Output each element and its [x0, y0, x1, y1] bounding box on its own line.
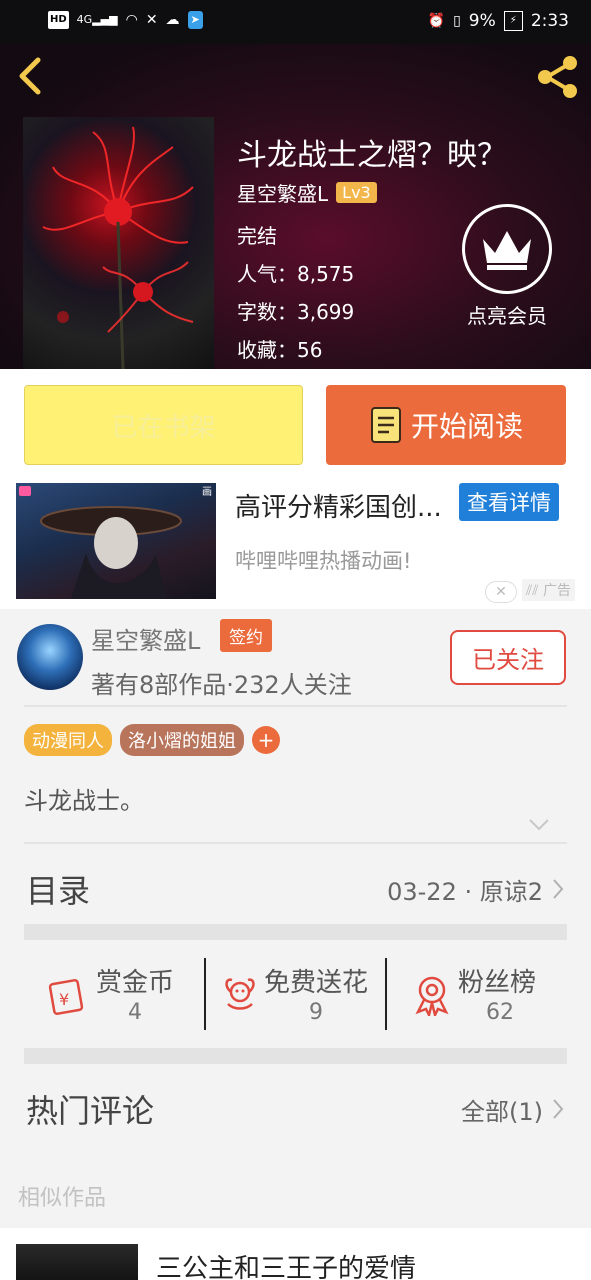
book-popularity: 人气：8,575 [237, 262, 355, 286]
clock: 2:33 [530, 11, 569, 31]
in-bookshelf-button[interactable]: 已在书架 [24, 385, 303, 465]
share-icon [538, 56, 577, 98]
ad-close-button[interactable]: ✕ [485, 581, 517, 603]
vibrate-icon: ▯ [453, 13, 461, 29]
ad-subtitle: 哔哩哔哩热播动画! [235, 549, 412, 573]
flower-icon [225, 978, 255, 1010]
divider [385, 958, 387, 1030]
toc-label: 目录 [26, 872, 91, 910]
table-of-contents-row[interactable]: 目录 03-22 · 原谅2 [24, 860, 567, 912]
expand-chevron-icon[interactable] [528, 818, 550, 832]
app-notification-icon: ➤ [187, 11, 203, 29]
author-stats: 著有8部作品·232人关注 [91, 671, 352, 699]
chevron-left-icon [19, 57, 41, 95]
similar-work-cover[interactable] [16, 1244, 138, 1280]
fan-ranking-label: 粉丝榜 [458, 968, 537, 998]
followed-button[interactable]: 已关注 [450, 630, 566, 685]
back-button[interactable] [14, 56, 48, 96]
book-status: 完结 [237, 224, 277, 248]
ad-illustration: 画 [19, 486, 212, 599]
fan-ranking-button[interactable]: 粉丝榜 62 [410, 952, 567, 1034]
book-header: 斗龙战士之熠？映？ 星空繁盛L Lv3 完结 人气：8,575 字数：3,699… [0, 44, 591, 369]
close-icon: ✕ [495, 584, 507, 600]
divider [204, 958, 206, 1030]
similar-work-item[interactable]: 三公主和三王子的爱情 [0, 1228, 591, 1280]
divider [24, 705, 567, 707]
signal-icon: 4G▂▄▆ [76, 13, 118, 26]
in-bookshelf-label: 已在书架 [111, 412, 216, 443]
ad-image[interactable]: 画 [16, 483, 216, 599]
ad-label: ⫽⫽ 广告 [522, 579, 575, 601]
book-title: 斗龙战士之熠？映？ [237, 138, 507, 173]
send-flower-label: 免费送花 [264, 968, 369, 998]
support-stats: ¥ 赏金币 4 免费送花 9 粉丝榜 62 [24, 952, 567, 1034]
vip-button[interactable]: 点亮会员 [462, 204, 552, 329]
similar-works-label: 相似作品 [18, 1186, 107, 1211]
book-summary: 斗龙战士。 [24, 787, 144, 815]
battery-icon: ⚡ [503, 11, 523, 31]
battery-percent: 9% [468, 11, 496, 31]
vip-label: 点亮会员 [467, 304, 547, 328]
section-separator [24, 1048, 567, 1064]
reward-coins-button[interactable]: ¥ 赏金币 4 [44, 952, 214, 1034]
start-reading-button[interactable]: 开始阅读 [326, 385, 566, 465]
book-favorites: 收藏：56 [237, 338, 323, 362]
followed-label: 已关注 [472, 646, 544, 674]
add-tag-button[interactable]: + [252, 726, 280, 754]
latest-chapter: 03-22 · 原谅2 [387, 878, 543, 906]
similar-work-title[interactable]: 三公主和三王子的爱情 [156, 1248, 416, 1280]
share-button[interactable] [535, 54, 581, 100]
status-bar: HD 4G▂▄▆ ◠ ✕ ☁ ➤ ⏰ ▯ 9% ⚡ 2:33 [0, 0, 591, 44]
book-word-count: 字数：3,699 [237, 300, 355, 324]
book-icon [370, 407, 401, 443]
author-card-name[interactable]: 星空繁盛L [91, 621, 200, 656]
divider [24, 842, 567, 844]
section-separator [24, 924, 567, 940]
ad-banner[interactable]: 画 高评分精彩国创... 查看详情 哔哩哔哩热播动画! ✕ ⫽⫽ 广告 [0, 481, 591, 609]
author-card: 星空繁盛L 签约 著有8部作品·232人关注 已关注 [0, 609, 591, 705]
send-flower-button[interactable]: 免费送花 9 [218, 952, 388, 1034]
spider-lily-illustration [42, 126, 194, 369]
ad-detail-button[interactable]: 查看详情 [459, 483, 559, 521]
svg-text:画: 画 [202, 487, 212, 498]
chevron-right-icon [553, 879, 564, 899]
svg-text:¥: ¥ [59, 990, 69, 1009]
all-comments-link[interactable]: 全部(1) [461, 1092, 543, 1127]
book-cover[interactable] [23, 117, 214, 369]
send-flower-value: 9 [309, 1000, 323, 1025]
alarm-icon: ⏰ [427, 13, 446, 29]
fan-ranking-value: 62 [486, 1000, 514, 1025]
start-reading-label: 开始阅读 [410, 410, 523, 443]
ad-logo-icon: ⫽⫽ [526, 583, 543, 599]
hd-indicator: HD [48, 11, 69, 29]
hot-comments-row[interactable]: 热门评论 全部(1) [24, 1080, 567, 1136]
tag-item[interactable]: 动漫同人 [24, 724, 112, 756]
author-level-badge: Lv3 [336, 182, 377, 203]
red-envelope-icon: ¥ [48, 979, 84, 1015]
reward-coins-value: 4 [128, 1000, 142, 1025]
action-bar: 已在书架 开始阅读 [0, 369, 591, 481]
vibrate-off-icon: ✕ [145, 12, 158, 28]
crown-icon [462, 204, 552, 294]
author-row[interactable]: 星空繁盛L Lv3 [237, 178, 377, 207]
avatar[interactable] [17, 624, 83, 690]
hot-comments-label: 热门评论 [26, 1092, 155, 1130]
chevron-right-icon [553, 1099, 564, 1119]
author-name[interactable]: 星空繁盛L [237, 178, 328, 207]
cloud-icon: ☁ [165, 12, 180, 28]
signed-badge: 签约 [220, 619, 272, 652]
plus-icon: + [257, 728, 275, 752]
wifi-icon: ◠ [125, 12, 138, 28]
reward-coins-label: 赏金币 [96, 968, 175, 998]
tag-list: 动漫同人 洛小熠的姐姐 + [24, 724, 280, 756]
ad-title[interactable]: 高评分精彩国创... [235, 487, 442, 524]
award-ribbon-icon [415, 976, 449, 1016]
tag-item[interactable]: 洛小熠的姐姐 [120, 724, 244, 756]
